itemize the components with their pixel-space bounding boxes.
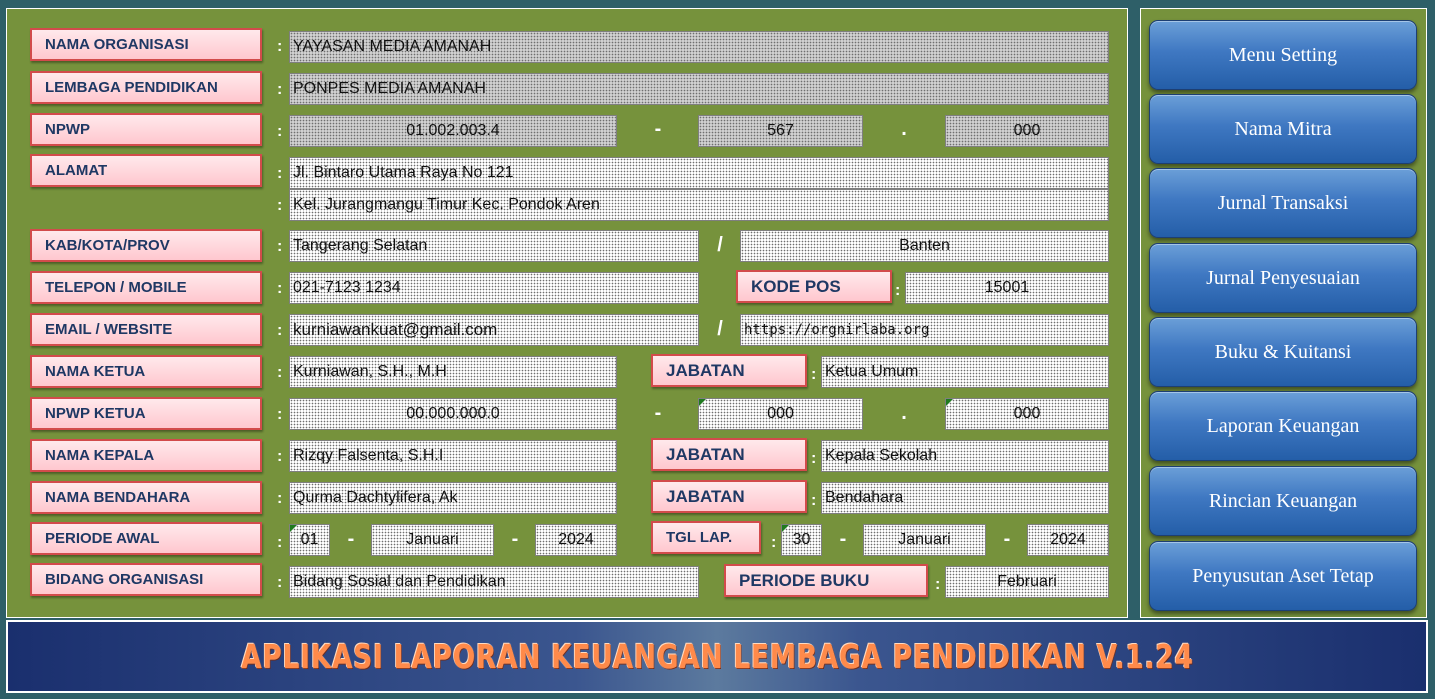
separator-dash: -: [654, 402, 662, 424]
colon: :: [277, 123, 283, 140]
label-npwp-ketua: NPWP KETUA: [30, 397, 262, 430]
colon: :: [277, 81, 283, 98]
npwp-field-3[interactable]: 000: [945, 115, 1109, 147]
colon: :: [277, 574, 283, 591]
colon: :: [811, 492, 817, 509]
provinsi-field[interactable]: Banten: [740, 230, 1109, 262]
colon: :: [277, 165, 283, 182]
separator-dot: .: [901, 118, 907, 140]
buku-kuitansi-button[interactable]: Buku & Kuitansi: [1149, 317, 1417, 387]
label-bidang-organisasi: BIDANG ORGANISASI: [30, 563, 262, 596]
label-nama-bendahara: NAMA BENDAHARA: [30, 481, 262, 514]
periode-buku-field[interactable]: Februari: [945, 566, 1109, 598]
label-jabatan-ketua: JABATAN: [651, 354, 807, 387]
colon: :: [277, 364, 283, 381]
nama-mitra-button[interactable]: Nama Mitra: [1149, 94, 1417, 164]
label-lembaga-pendidikan: LEMBAGA PENDIDIKAN: [30, 71, 262, 104]
label-nama-organisasi: NAMA ORGANISASI: [30, 28, 262, 61]
npwp-field-2[interactable]: 567: [698, 115, 863, 147]
separator-dash: -: [1003, 528, 1011, 550]
kab-kota-field[interactable]: Tangerang Selatan: [289, 230, 699, 262]
tgl-lap-tahun[interactable]: 2024: [1027, 524, 1109, 556]
jabatan-kepala-field[interactable]: Kepala Sekolah: [821, 440, 1109, 472]
label-alamat: ALAMAT: [30, 154, 262, 187]
nama-organisasi-field[interactable]: YAYASAN MEDIA AMANAH: [289, 31, 1109, 63]
colon: :: [277, 534, 283, 551]
periode-awal-tahun[interactable]: 2024: [535, 524, 617, 556]
separator-dash: -: [347, 528, 355, 550]
label-kode-pos: KODE POS: [736, 270, 892, 303]
jabatan-bendahara-field[interactable]: Bendahara: [821, 482, 1109, 514]
nama-bendahara-field[interactable]: Qurma Dachtylifera, Ak: [289, 482, 617, 514]
laporan-keuangan-button[interactable]: Laporan Keuangan: [1149, 391, 1417, 461]
separator-slash: /: [717, 318, 723, 340]
separator-dash: -: [839, 528, 847, 550]
tgl-lap-bulan[interactable]: Januari: [863, 524, 986, 556]
label-periode-awal: PERIODE AWAL: [30, 522, 262, 555]
label-kab-kota-prov: KAB/KOTA/PROV: [30, 229, 262, 262]
label-jabatan-bendahara: JABATAN: [651, 480, 807, 513]
jabatan-ketua-field[interactable]: Ketua Umum: [821, 356, 1109, 388]
separator-dash: -: [511, 528, 519, 550]
app-title-banner: APLIKASI LAPORAN KEUANGAN LEMBAGA PENDID…: [6, 620, 1428, 693]
jurnal-transaksi-button[interactable]: Jurnal Transaksi: [1149, 168, 1417, 238]
colon: :: [277, 322, 283, 339]
npwp-field-1[interactable]: 01.002.003.4: [289, 115, 617, 147]
colon: :: [811, 450, 817, 467]
colon: :: [277, 238, 283, 255]
jurnal-penyesuaian-button[interactable]: Jurnal Penyesuaian: [1149, 243, 1417, 313]
nama-kepala-field[interactable]: Rizqy Falsenta, S.H.I: [289, 440, 617, 472]
colon: :: [277, 406, 283, 423]
alamat-field-2[interactable]: Kel. Jurangmangu Timur Kec. Pondok Aren: [289, 189, 1109, 221]
npwp-ketua-field-2[interactable]: 000: [698, 398, 863, 430]
nama-ketua-field[interactable]: Kurniawan, S.H., M.H: [289, 356, 617, 388]
website-field[interactable]: https://orgnirlaba.org: [740, 314, 1109, 346]
menu-setting-button[interactable]: Menu Setting: [1149, 20, 1417, 90]
penyusutan-aset-tetap-button[interactable]: Penyusutan Aset Tetap: [1149, 541, 1417, 611]
colon: :: [935, 576, 941, 593]
label-jabatan-kepala: JABATAN: [651, 438, 807, 471]
separator-dash: -: [654, 118, 662, 140]
colon: :: [811, 366, 817, 383]
label-npwp: NPWP: [30, 113, 262, 146]
label-nama-kepala: NAMA KEPALA: [30, 439, 262, 472]
kode-pos-field[interactable]: 15001: [905, 272, 1109, 304]
periode-awal-bulan[interactable]: Januari: [371, 524, 494, 556]
colon: :: [277, 38, 283, 55]
bidang-organisasi-field[interactable]: Bidang Sosial dan Pendidikan: [289, 566, 699, 598]
label-telepon-mobile: TELEPON / MOBILE: [30, 271, 262, 304]
label-periode-buku: PERIODE BUKU: [724, 564, 928, 597]
rincian-keuangan-button[interactable]: Rincian Keuangan: [1149, 466, 1417, 536]
colon: :: [277, 490, 283, 507]
label-email-website: EMAIL / WEBSITE: [30, 313, 262, 346]
colon: :: [277, 197, 283, 214]
colon: :: [277, 448, 283, 465]
colon: :: [277, 280, 283, 297]
tgl-lap-tanggal[interactable]: 30: [781, 524, 822, 556]
email-field[interactable]: kurniawankuat@gmail.com: [289, 314, 699, 346]
npwp-ketua-field-3[interactable]: 000: [945, 398, 1109, 430]
app-title: APLIKASI LAPORAN KEUANGAN LEMBAGA PENDID…: [240, 637, 1194, 676]
colon: :: [895, 282, 901, 299]
alamat-field-1[interactable]: Jl. Bintaro Utama Raya No 121: [289, 157, 1109, 189]
label-nama-ketua: NAMA KETUA: [30, 355, 262, 388]
label-tgl-lap: TGL LAP.: [651, 521, 761, 554]
lembaga-pendidikan-field[interactable]: PONPES MEDIA AMANAH: [289, 73, 1109, 105]
npwp-ketua-field-1[interactable]: 00.000.000.0: [289, 398, 617, 430]
separator-slash: /: [717, 234, 723, 256]
separator-dot: .: [901, 402, 907, 424]
periode-awal-tanggal[interactable]: 01: [289, 524, 330, 556]
colon: :: [771, 534, 777, 551]
telepon-field[interactable]: 021-7123 1234: [289, 272, 699, 304]
